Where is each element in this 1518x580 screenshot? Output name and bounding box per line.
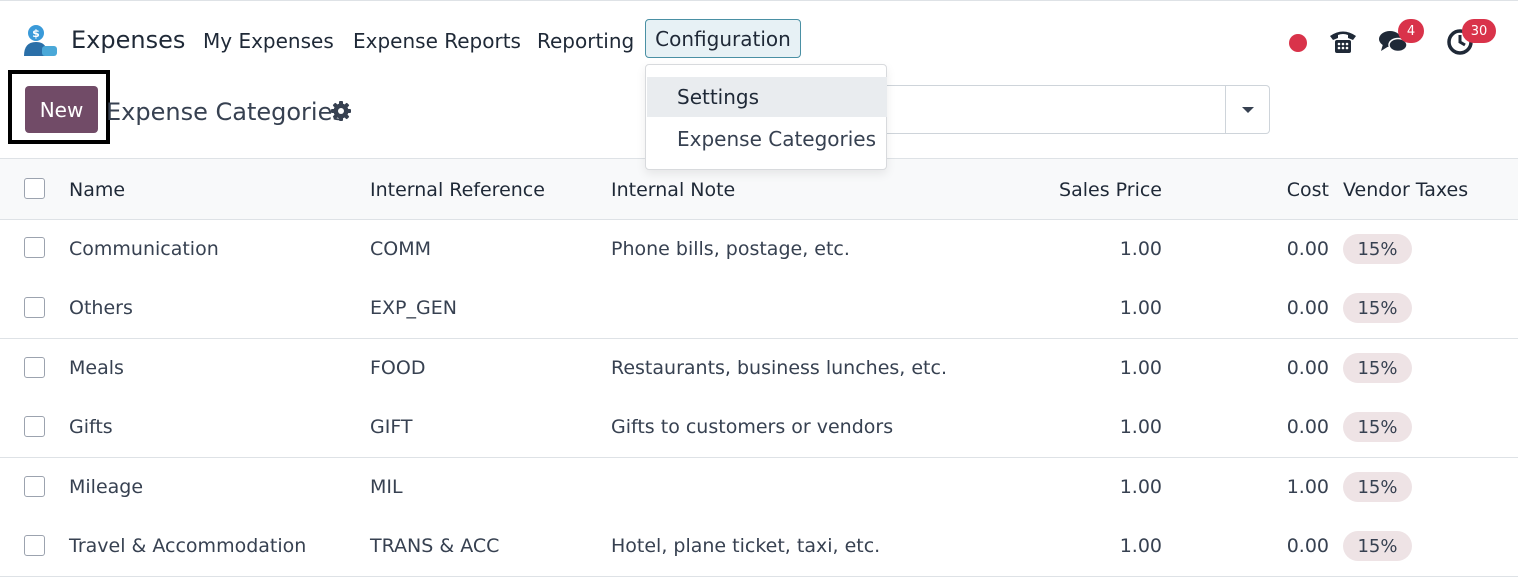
cell-name: Travel & Accommodation <box>69 535 307 557</box>
dropdown-item-expense-categories[interactable]: Expense Categories <box>647 119 887 159</box>
gear-icon[interactable] <box>331 101 351 121</box>
table-row[interactable]: Communication COMM Phone bills, postage,… <box>0 220 1518 280</box>
search-input[interactable] <box>870 85 1270 134</box>
table-row[interactable]: Gifts GIFT Gifts to customers or vendors… <box>0 398 1518 458</box>
cell-sales-price: 1.00 <box>1119 238 1162 260</box>
vendor-tax-tag: 15% <box>1343 531 1412 561</box>
breadcrumb: Expense Categories <box>106 98 345 126</box>
row-checkbox[interactable] <box>24 357 45 378</box>
cell-cost: 0.00 <box>1286 357 1329 379</box>
dropdown-item-label: Settings <box>677 85 760 109</box>
cell-note: Phone bills, postage, etc. <box>611 238 850 260</box>
app-logo-icon[interactable]: $ <box>22 24 58 58</box>
cell-reference: COMM <box>370 238 432 260</box>
cell-name: Gifts <box>69 416 113 438</box>
phone-icon[interactable] <box>1328 26 1358 56</box>
menu-configuration-label: Configuration <box>655 26 791 51</box>
column-internal-note[interactable]: Internal Note <box>611 179 735 201</box>
cell-reference: EXP_GEN <box>370 297 457 319</box>
caret-down-icon <box>1242 106 1254 113</box>
menu-expense-reports[interactable]: Expense Reports <box>353 29 521 53</box>
cell-cost: 0.00 <box>1286 297 1329 319</box>
cell-name: Others <box>69 297 133 319</box>
cell-reference: TRANS & ACC <box>370 535 500 557</box>
app-name[interactable]: Expenses <box>71 26 185 54</box>
vendor-tax-tag: 15% <box>1343 412 1412 442</box>
menu-configuration[interactable]: Configuration <box>645 19 801 58</box>
messages-badge: 4 <box>1398 19 1424 43</box>
cell-cost: 0.00 <box>1286 238 1329 260</box>
column-sales-price[interactable]: Sales Price <box>1059 179 1162 201</box>
configuration-dropdown: Settings Expense Categories <box>645 64 887 170</box>
cell-sales-price: 1.00 <box>1119 416 1162 438</box>
dropdown-item-label: Expense Categories <box>677 127 877 151</box>
column-name[interactable]: Name <box>69 179 125 201</box>
status-dot-icon[interactable] <box>1289 34 1307 52</box>
select-all-checkbox[interactable] <box>24 178 45 199</box>
cell-reference: GIFT <box>370 416 413 438</box>
row-checkbox[interactable] <box>24 297 45 318</box>
cell-name: Mileage <box>69 476 144 498</box>
row-checkbox[interactable] <box>24 416 45 437</box>
table-row[interactable]: Meals FOOD Restaurants, business lunches… <box>0 339 1518 399</box>
column-vendor-taxes[interactable]: Vendor Taxes <box>1343 179 1468 201</box>
menu-reporting[interactable]: Reporting <box>537 29 634 53</box>
cell-cost: 1.00 <box>1286 476 1329 498</box>
cell-cost: 0.00 <box>1286 416 1329 438</box>
new-button-label: New <box>39 97 84 122</box>
cell-name: Communication <box>69 238 219 260</box>
menu-my-expenses[interactable]: My Expenses <box>203 29 334 53</box>
vendor-tax-tag: 15% <box>1343 234 1412 264</box>
navbar: $ Expenses My Expenses Expense Reports R… <box>0 4 1518 70</box>
cell-note: Gifts to customers or vendors <box>611 416 894 438</box>
table-row[interactable]: Travel & Accommodation TRANS & ACC Hotel… <box>0 517 1518 577</box>
vendor-tax-tag: 15% <box>1343 293 1412 323</box>
dropdown-item-settings[interactable]: Settings <box>647 77 887 117</box>
cell-sales-price: 1.00 <box>1119 297 1162 319</box>
cell-sales-price: 1.00 <box>1119 476 1162 498</box>
cell-cost: 0.00 <box>1286 535 1329 557</box>
row-checkbox[interactable] <box>24 237 45 258</box>
new-button[interactable]: New <box>25 86 98 133</box>
cell-note: Restaurants, business lunches, etc. <box>611 357 947 379</box>
search-options-toggle[interactable] <box>1225 85 1270 134</box>
cell-sales-price: 1.00 <box>1119 535 1162 557</box>
row-checkbox[interactable] <box>24 476 45 497</box>
vendor-tax-tag: 15% <box>1343 353 1412 383</box>
table-row[interactable]: Others EXP_GEN 1.00 0.00 15% <box>0 279 1518 339</box>
cell-sales-price: 1.00 <box>1119 357 1162 379</box>
table-row[interactable]: Mileage MIL 1.00 1.00 15% <box>0 458 1518 518</box>
cell-reference: FOOD <box>370 357 426 379</box>
cell-reference: MIL <box>370 476 403 498</box>
cell-name: Meals <box>69 357 124 379</box>
cell-note: Hotel, plane ticket, taxi, etc. <box>611 535 881 557</box>
column-internal-reference[interactable]: Internal Reference <box>370 179 545 201</box>
vendor-tax-tag: 15% <box>1343 472 1412 502</box>
activities-badge: 30 <box>1462 19 1496 43</box>
svg-text:$: $ <box>32 27 40 40</box>
row-checkbox[interactable] <box>24 535 45 556</box>
column-cost[interactable]: Cost <box>1287 179 1329 201</box>
